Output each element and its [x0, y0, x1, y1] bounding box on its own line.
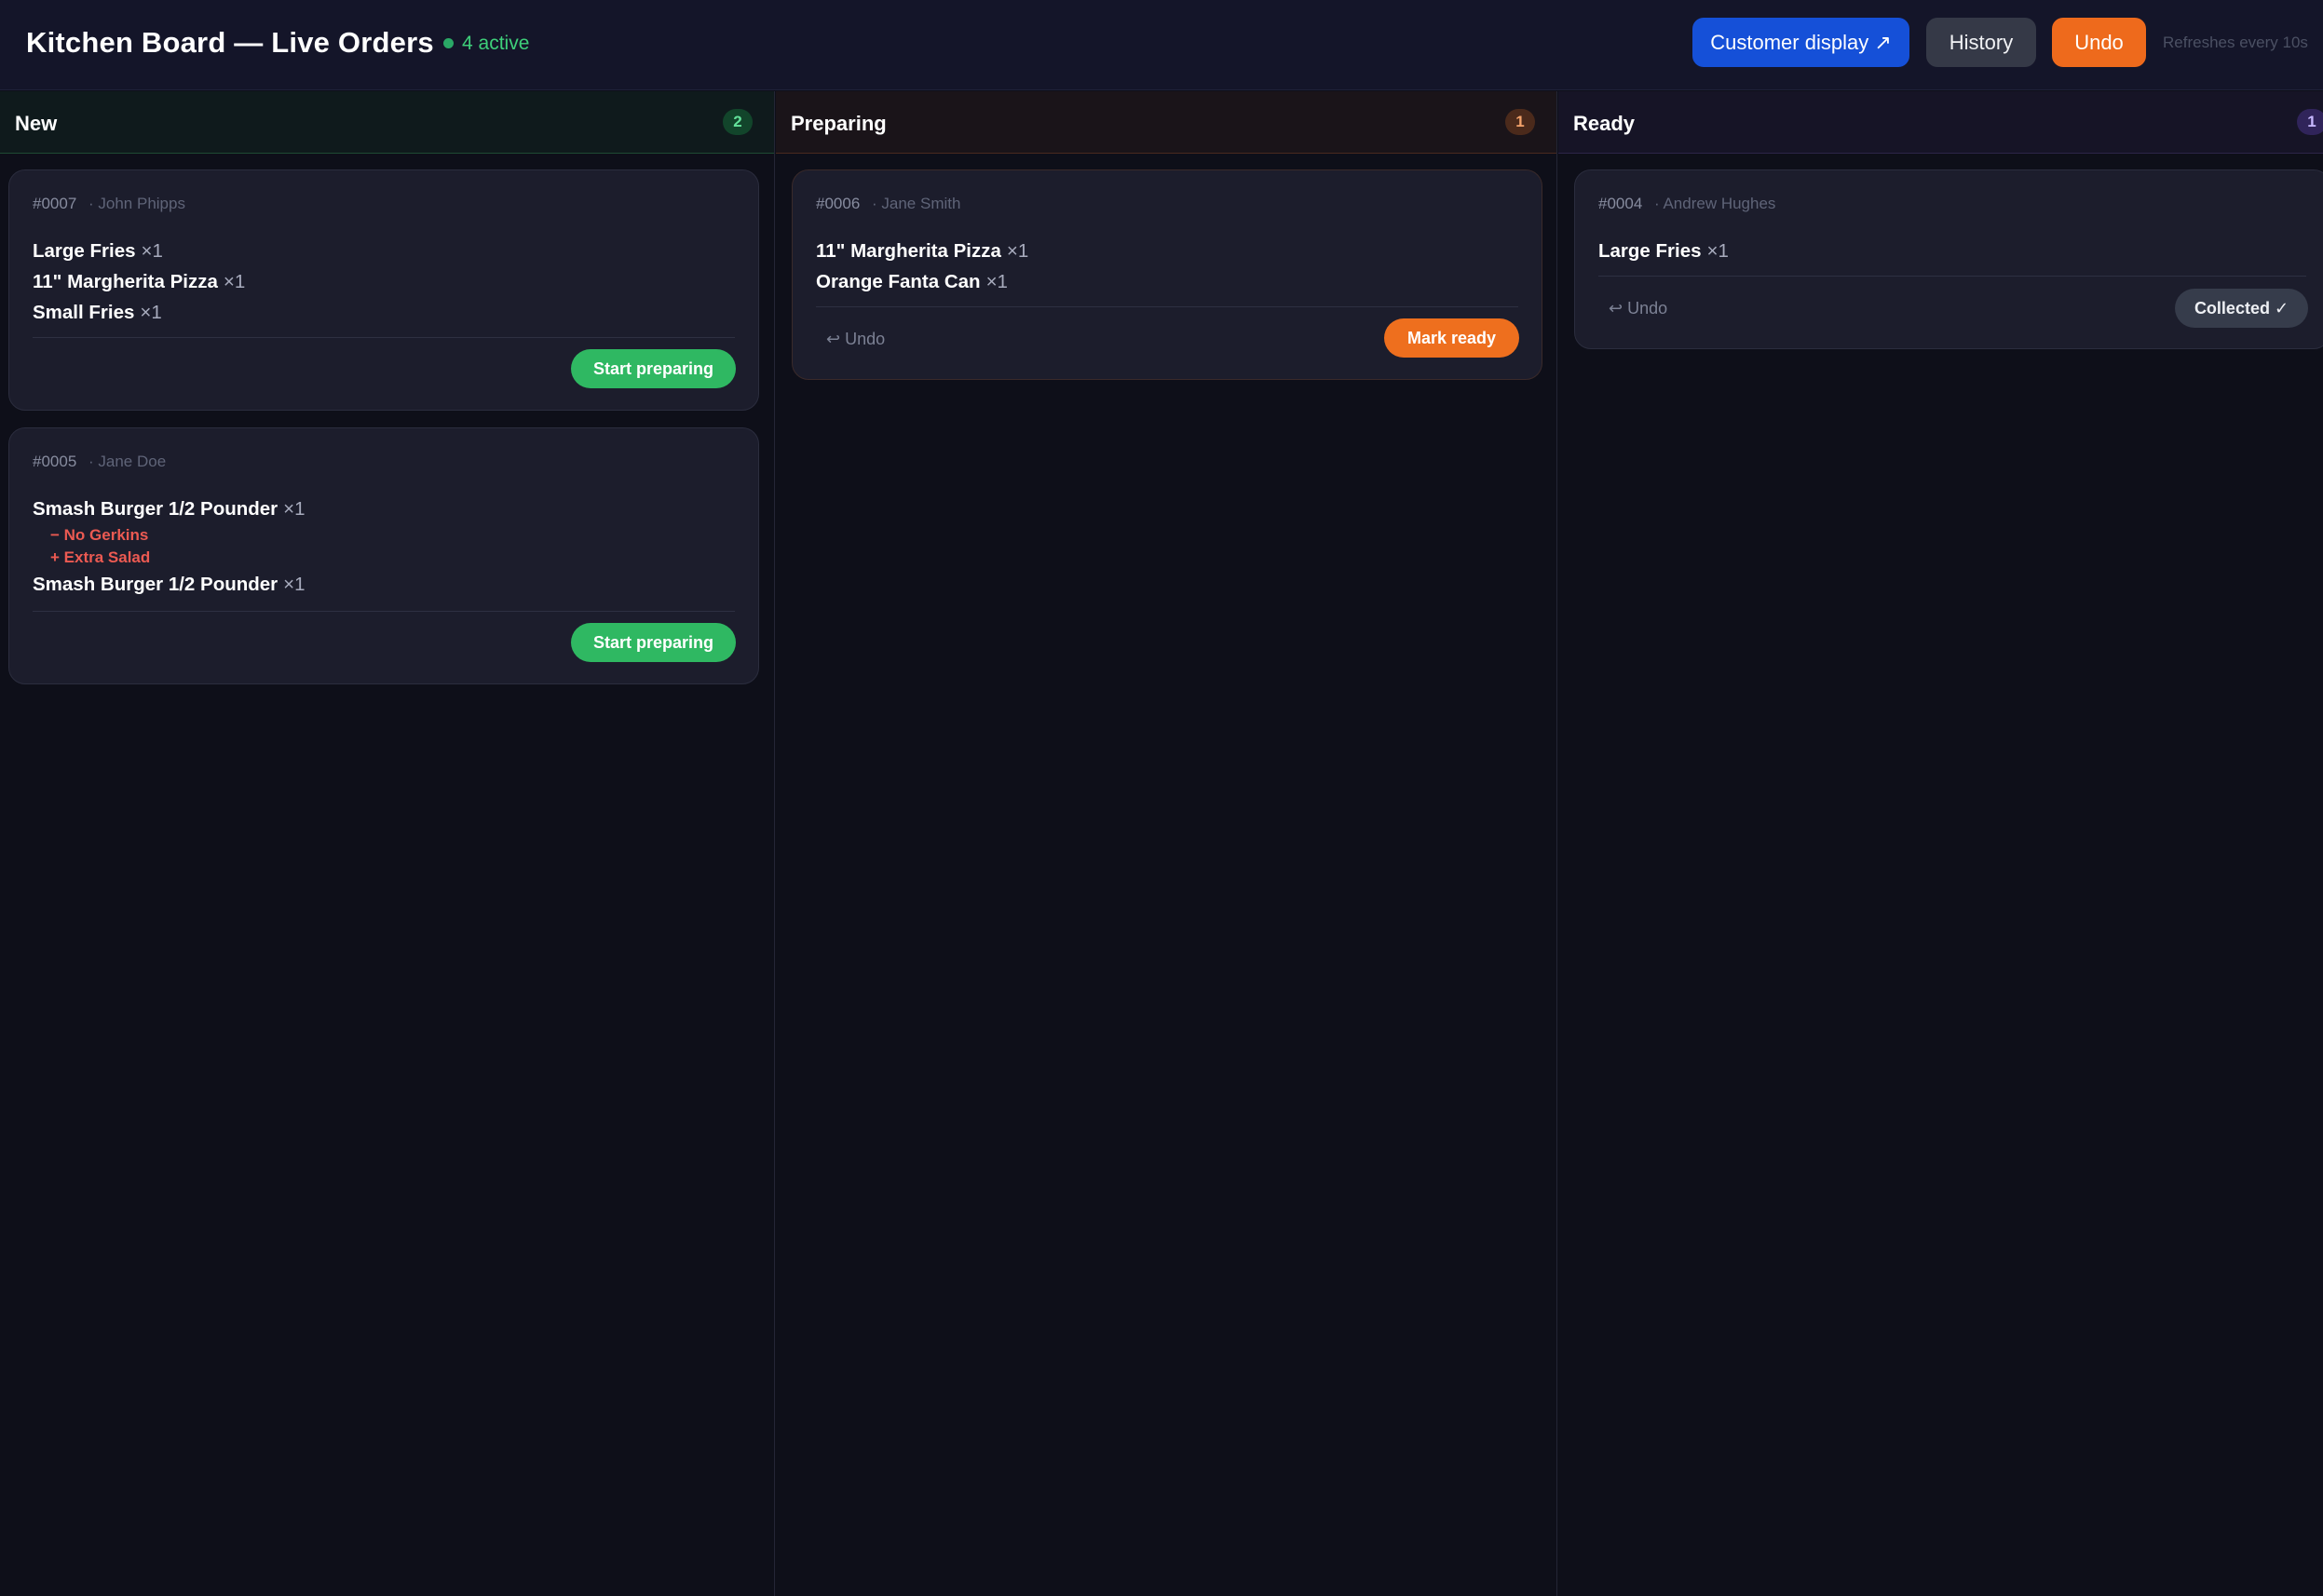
- order-number: #0004: [1598, 195, 1643, 212]
- order-item: Smash Burger 1/2 Pounder ×1: [33, 569, 306, 600]
- item-name: Smash Burger 1/2 Pounder: [33, 498, 278, 520]
- live-status-dot-icon: [443, 38, 454, 48]
- order-number: #0007: [33, 195, 77, 212]
- order-item: 11" Margherita Pizza ×1: [816, 236, 1028, 266]
- item-name: Orange Fanta Can: [816, 271, 981, 292]
- refresh-note: Refreshes every 10s: [2163, 34, 2308, 51]
- page-title: Kitchen Board — Live Orders: [26, 26, 434, 59]
- order-meta: #0007 · John Phipps: [33, 195, 185, 213]
- column-count-badge: 1: [2297, 109, 2323, 135]
- card-divider: [816, 306, 1518, 307]
- undo-button[interactable]: Undo: [2052, 18, 2146, 67]
- card-divider: [33, 611, 735, 612]
- card-divider: [1598, 276, 2306, 277]
- order-item: Orange Fanta Can ×1: [816, 266, 1028, 297]
- card-divider: [33, 337, 735, 338]
- start-preparing-button[interactable]: Start preparing: [571, 623, 736, 662]
- order-card: #0007 · John Phipps Large Fries ×1 11" Ma…: [8, 169, 759, 411]
- item-qty: ×1: [1706, 240, 1729, 262]
- item-name: Small Fries: [33, 302, 135, 323]
- column-count-badge: 1: [1505, 109, 1535, 135]
- order-items: Large Fries ×1: [1598, 236, 1729, 266]
- item-modifier-added: + Extra Salad: [50, 548, 151, 566]
- column-preparing: Preparing 1 #0006 · Jane Smith 11" Margh…: [776, 91, 1557, 1596]
- item-name: 11" Margherita Pizza: [33, 271, 218, 292]
- column-count-badge: 2: [723, 109, 753, 135]
- customer-name: · John Phipps: [88, 195, 185, 212]
- item-qty: ×1: [283, 574, 306, 595]
- column-header-new: New 2: [0, 91, 774, 154]
- order-meta: #0004 · Andrew Hughes: [1598, 195, 1775, 213]
- order-item: Smash Burger 1/2 Pounder ×1: [33, 494, 306, 524]
- item-name: Large Fries: [33, 240, 136, 262]
- item-qty: ×1: [223, 271, 246, 292]
- column-new: New 2 #0007 · John Phipps Large Fries ×1 …: [0, 91, 775, 1596]
- order-item: 11" Margherita Pizza ×1: [33, 266, 245, 297]
- item-name: Large Fries: [1598, 240, 1702, 262]
- order-item: Large Fries ×1: [33, 236, 245, 266]
- item-qty: ×1: [985, 271, 1008, 292]
- column-header-preparing: Preparing 1: [776, 91, 1556, 154]
- customer-display-button[interactable]: Customer display ↗: [1692, 18, 1909, 67]
- order-item: Large Fries ×1: [1598, 236, 1729, 266]
- active-orders-count: 4 active: [462, 33, 530, 54]
- order-card: #0005 · Jane Doe Smash Burger 1/2 Pounde…: [8, 427, 759, 684]
- order-meta: #0006 · Jane Smith: [816, 195, 960, 213]
- column-title: Preparing: [791, 112, 887, 135]
- item-qty: ×1: [140, 302, 162, 323]
- item-name: Smash Burger 1/2 Pounder: [33, 574, 278, 595]
- column-title: New: [15, 112, 58, 135]
- order-meta: #0005 · Jane Doe: [33, 453, 166, 471]
- item-qty: ×1: [283, 498, 306, 520]
- item-modifier-removed: − No Gerkins: [50, 526, 149, 544]
- order-item: Small Fries ×1: [33, 297, 245, 328]
- order-items: Large Fries ×1 11" Margherita Pizza ×1 Sma…: [33, 236, 245, 328]
- top-bar: Kitchen Board — Live Orders 4 active Cus…: [0, 0, 2323, 90]
- history-button[interactable]: History: [1926, 18, 2036, 67]
- item-qty: ×1: [1006, 240, 1029, 262]
- start-preparing-button[interactable]: Start preparing: [571, 349, 736, 388]
- order-card: #0004 · Andrew Hughes Large Fries ×1 ↩ Un…: [1574, 169, 2323, 349]
- customer-name: · Jane Doe: [88, 453, 167, 470]
- undo-link[interactable]: ↩ Undo: [826, 330, 885, 349]
- column-ready: Ready 1 #0004 · Andrew Hughes Large Frie…: [1558, 91, 2323, 1596]
- customer-name: · Andrew Hughes: [1654, 195, 1776, 212]
- undo-link[interactable]: ↩ Undo: [1609, 299, 1667, 318]
- order-items: Smash Burger 1/2 Pounder ×1 − No Gerkins …: [33, 494, 306, 600]
- column-title: Ready: [1573, 112, 1636, 135]
- order-number: #0006: [816, 195, 861, 212]
- item-name: 11" Margherita Pizza: [816, 240, 1001, 262]
- order-number: #0005: [33, 453, 77, 470]
- customer-name: · Jane Smith: [872, 195, 961, 212]
- order-card: #0006 · Jane Smith 11" Margherita Pizza ×…: [792, 169, 1542, 380]
- mark-ready-button[interactable]: Mark ready: [1384, 318, 1519, 358]
- order-items: 11" Margherita Pizza ×1 Orange Fanta Can ×…: [816, 236, 1028, 297]
- item-qty: ×1: [141, 240, 163, 262]
- column-header-ready: Ready 1: [1558, 91, 2323, 154]
- collected-button[interactable]: Collected ✓: [2175, 289, 2308, 328]
